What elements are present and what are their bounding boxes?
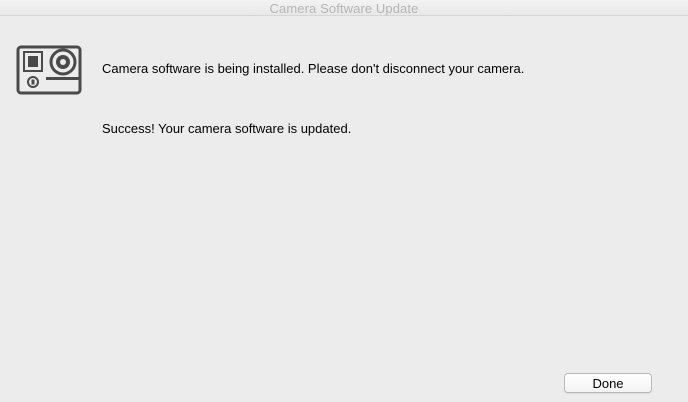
camera-software-update-window: Camera Software Update Camera software i…: [0, 0, 688, 402]
title-bar[interactable]: Camera Software Update: [0, 0, 688, 16]
success-message: Success! Your camera software is updated…: [102, 121, 352, 136]
window-title: Camera Software Update: [269, 1, 419, 16]
camera-icon: [16, 45, 82, 95]
installing-message: Camera software is being installed. Plea…: [102, 61, 525, 76]
done-button[interactable]: Done: [564, 373, 652, 393]
